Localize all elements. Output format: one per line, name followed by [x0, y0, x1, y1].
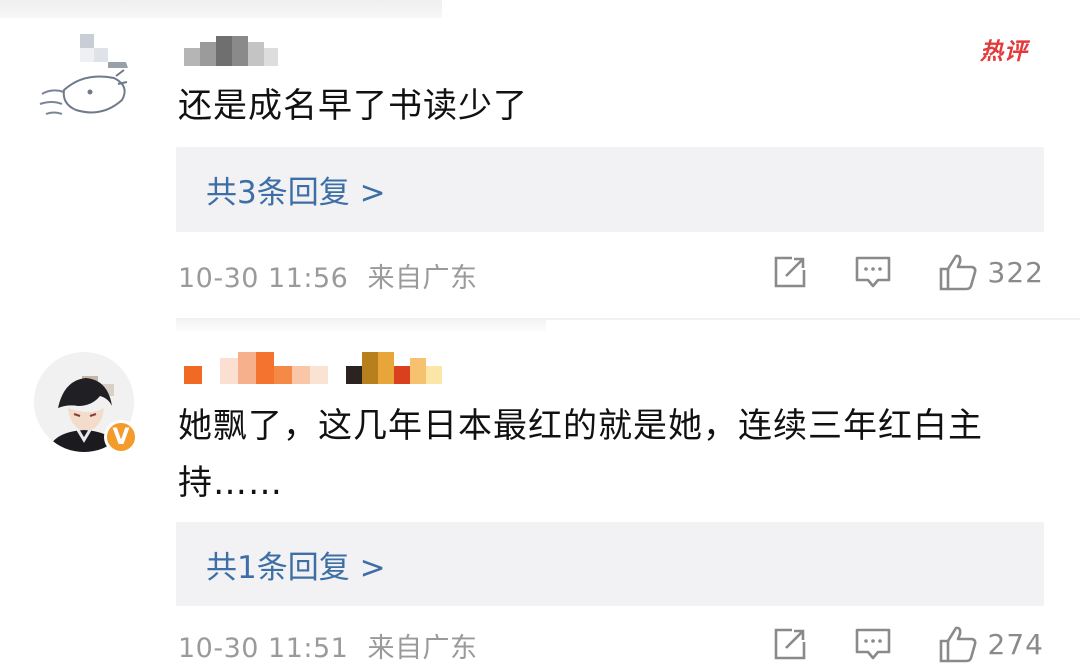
comment-actions: 322	[772, 252, 1044, 292]
comment-meta: 10-30 11:51 来自广东	[178, 626, 477, 665]
username[interactable]	[184, 36, 278, 66]
verified-v-icon: V	[104, 420, 138, 454]
share-icon[interactable]	[772, 254, 808, 290]
comment-actions: 274	[772, 624, 1044, 664]
username[interactable]	[184, 352, 442, 384]
comment-location: 来自广东	[367, 633, 478, 664]
avatar[interactable]	[30, 32, 130, 132]
comment-meta: 10-30 11:56 来自广东	[178, 256, 477, 295]
comment-timestamp: 10-30 11:56	[178, 263, 349, 294]
comment-location: 来自广东	[367, 263, 478, 294]
avatar-sketch-image	[39, 34, 130, 115]
share-icon[interactable]	[772, 626, 808, 662]
like-count: 274	[987, 627, 1044, 661]
comment-content: 还是成名早了书读少了	[178, 86, 528, 126]
divider-shade	[176, 320, 546, 334]
comment-timestamp: 10-30 11:51	[178, 633, 349, 664]
view-replies-button[interactable]: 共1条回复 >	[176, 522, 1044, 606]
top-strip	[0, 0, 442, 18]
comment-icon[interactable]	[854, 254, 892, 290]
hot-comment-badge: 热评	[980, 39, 1028, 65]
thumbs-up-icon[interactable]	[938, 624, 978, 664]
comment-content: 她飘了，这几年日本最红的就是她，连续三年红白主持……	[178, 406, 983, 503]
comment-icon[interactable]	[854, 626, 892, 662]
thumbs-up-icon[interactable]	[938, 252, 978, 292]
view-replies-button[interactable]: 共3条回复 >	[176, 147, 1044, 232]
like-count: 322	[987, 255, 1044, 289]
